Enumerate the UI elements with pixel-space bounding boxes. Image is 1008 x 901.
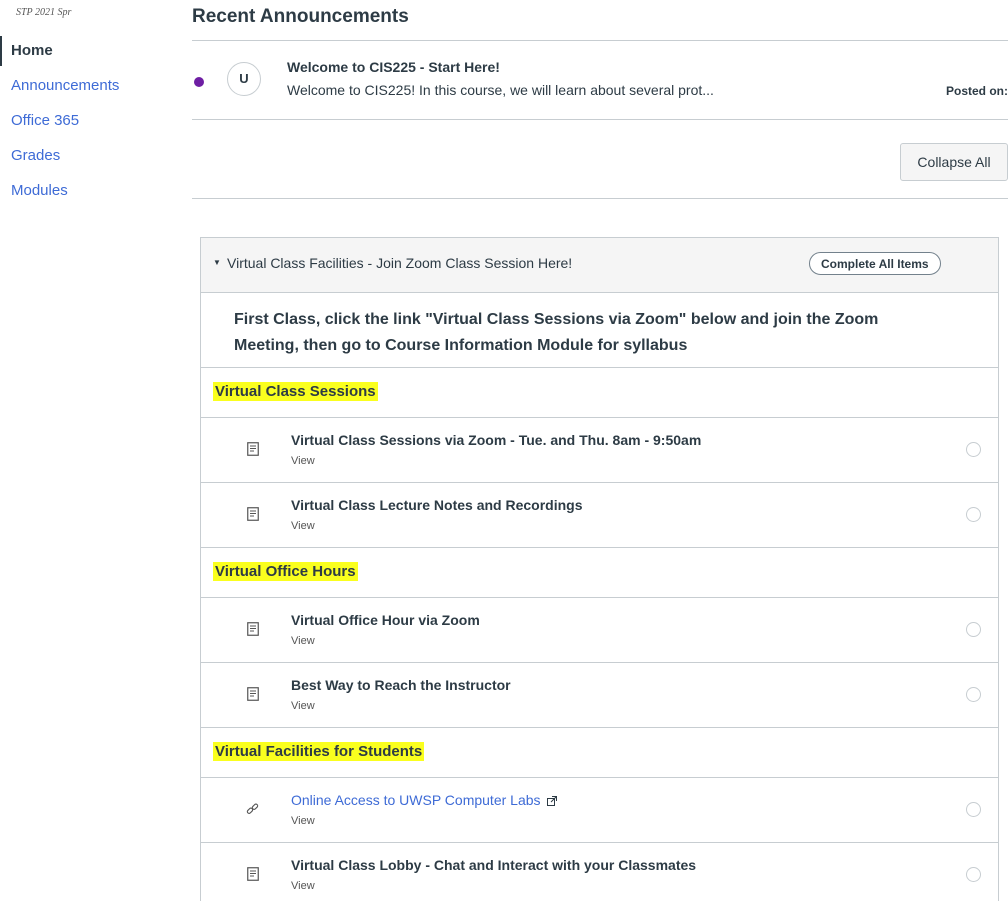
completion-radio[interactable] (966, 442, 981, 457)
section-header-office-hours: Virtual Office Hours (201, 548, 998, 598)
module-item[interactable]: Online Access to UWSP Computer Labs View (201, 778, 998, 843)
view-link[interactable]: View (291, 815, 315, 827)
document-icon (247, 507, 259, 521)
course-term: STP 2021 Spr (16, 7, 72, 18)
posted-on-label: Posted on: (946, 84, 1008, 98)
document-icon (247, 867, 259, 881)
announcement-title-link[interactable]: Welcome to CIS225 - Start Here! (287, 59, 500, 75)
module-intro: First Class, click the link "Virtual Cla… (201, 293, 998, 368)
announcement-row[interactable]: U Welcome to CIS225 - Start Here! Welcom… (192, 41, 1008, 119)
complete-all-items-button[interactable]: Complete All Items (809, 252, 941, 275)
view-link[interactable]: View (291, 635, 315, 647)
view-link[interactable]: View (291, 455, 315, 467)
announcement-preview: Welcome to CIS225! In this course, we wi… (287, 82, 714, 98)
section-header-label: Virtual Facilities for Students (213, 742, 425, 761)
module-item[interactable]: Best Way to Reach the Instructor View (201, 663, 998, 728)
document-icon (247, 687, 259, 701)
module-item-title[interactable]: Virtual Office Hour via Zoom (291, 612, 480, 628)
view-link[interactable]: View (291, 520, 315, 532)
avatar: U (227, 62, 261, 96)
completion-radio[interactable] (966, 802, 981, 817)
external-link-icon (546, 796, 557, 807)
module-item-title[interactable]: Best Way to Reach the Instructor (291, 677, 511, 693)
completion-radio[interactable] (966, 622, 981, 637)
section-header-facilities: Virtual Facilities for Students (201, 728, 998, 778)
module-item-title[interactable]: Virtual Class Sessions via Zoom - Tue. a… (291, 432, 701, 448)
section-header-label: Virtual Class Sessions (213, 382, 378, 401)
nav-announcements[interactable]: Announcements (0, 71, 119, 106)
module-item[interactable]: Virtual Class Lecture Notes and Recordin… (201, 483, 998, 548)
nav-grades[interactable]: Grades (0, 141, 119, 176)
course-nav: Home Announcements Office 365 Grades Mod… (0, 36, 119, 211)
section-header-class-sessions: Virtual Class Sessions (201, 368, 998, 418)
unread-dot-icon (194, 77, 204, 87)
module-item[interactable]: Virtual Office Hour via Zoom View (201, 598, 998, 663)
module-item-external-link[interactable]: Online Access to UWSP Computer Labs (291, 792, 557, 808)
section-header-label: Virtual Office Hours (213, 562, 358, 581)
chain-link-icon (246, 803, 259, 814)
caret-down-icon[interactable]: ▼ (213, 258, 221, 267)
module-item-title[interactable]: Virtual Class Lobby - Chat and Interact … (291, 857, 696, 873)
module-panel: ▼ Virtual Class Facilities - Join Zoom C… (200, 237, 999, 901)
nav-home[interactable]: Home (0, 36, 119, 66)
completion-radio[interactable] (966, 687, 981, 702)
view-link[interactable]: View (291, 700, 315, 712)
collapse-all-button[interactable]: Collapse All (900, 143, 1008, 181)
module-header[interactable]: ▼ Virtual Class Facilities - Join Zoom C… (201, 238, 998, 293)
view-link[interactable]: View (291, 880, 315, 892)
divider (192, 119, 1008, 120)
nav-office-365[interactable]: Office 365 (0, 106, 119, 141)
nav-modules[interactable]: Modules (0, 176, 119, 211)
document-icon (247, 622, 259, 636)
module-item[interactable]: Virtual Class Lobby - Chat and Interact … (201, 843, 998, 901)
module-item-title: Online Access to UWSP Computer Labs (291, 792, 541, 808)
module-title[interactable]: Virtual Class Facilities - Join Zoom Cla… (227, 255, 572, 271)
module-item-title[interactable]: Virtual Class Lecture Notes and Recordin… (291, 497, 583, 513)
intro-text: First Class, click the link "Virtual Cla… (234, 311, 879, 354)
announcements-heading: Recent Announcements (192, 6, 409, 27)
completion-radio[interactable] (966, 867, 981, 882)
divider (192, 198, 1008, 199)
completion-radio[interactable] (966, 507, 981, 522)
module-item[interactable]: Virtual Class Sessions via Zoom - Tue. a… (201, 418, 998, 483)
document-icon (247, 442, 259, 456)
